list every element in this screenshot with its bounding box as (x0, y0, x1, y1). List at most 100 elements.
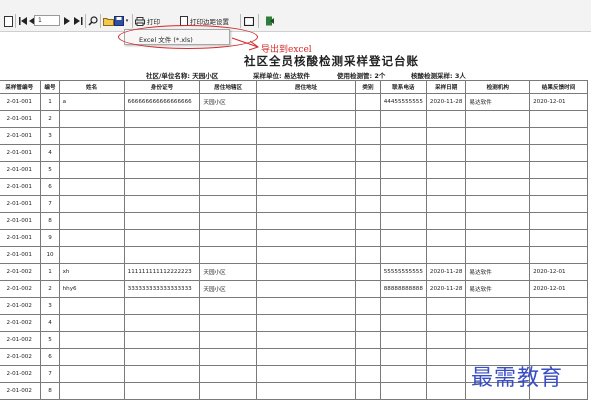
cell-seq-number: 5 (40, 331, 60, 349)
cell-seq-number: 2 (40, 110, 60, 128)
table-row: 2-01-001 1 a 666666666666666666 天园小区 44455555… (0, 93, 588, 111)
table-row: 2-01-002 4 (0, 314, 588, 332)
cell-address (255, 246, 357, 264)
cell-seq-number: 8 (40, 212, 60, 230)
toolbar-separator (240, 14, 241, 28)
cell-address (255, 314, 357, 332)
cell-district (199, 212, 257, 230)
cell-tube-number: 2-01-001 (0, 127, 42, 145)
cell-id-number (123, 246, 201, 264)
cell-result-time: 2020-12-01 (529, 93, 588, 111)
cell-district: 天园小区 (199, 93, 257, 111)
cell-phone: 88888888888 (379, 280, 427, 298)
last-page-icon[interactable] (72, 15, 84, 27)
cell-sample-date (425, 110, 467, 128)
exit-icon[interactable] (264, 15, 276, 27)
table-row: 2-01-001 7 (0, 195, 588, 213)
cell-id-number: 666666666666666666 (123, 93, 201, 111)
cell-sample-date (425, 314, 467, 332)
cell-name (58, 229, 125, 247)
cell-address (255, 195, 357, 213)
cell-address (255, 144, 357, 162)
cell-category (355, 178, 381, 196)
cell-sample-date (425, 144, 467, 162)
cell-district (199, 229, 257, 247)
cell-district (199, 161, 257, 179)
cell-name (58, 348, 125, 366)
table-row: 2-01-002 5 (0, 331, 588, 349)
cell-sample-date: 2020-11-28 (425, 280, 467, 298)
cell-seq-number: 3 (40, 297, 60, 315)
cell-lab: 易达软件 (465, 280, 531, 298)
cell-result-time (529, 314, 588, 332)
cell-id-number (123, 110, 201, 128)
toolbar-separator (100, 14, 101, 28)
table-row: 2-01-001 10 (0, 246, 588, 264)
cell-address (255, 280, 357, 298)
cell-district: 天园小区 (199, 263, 257, 281)
cell-id-number (123, 229, 201, 247)
page-number-input[interactable]: 1 (34, 15, 60, 26)
toolbar-separator (132, 14, 133, 28)
cell-category (355, 246, 381, 264)
cell-sample-date: 2020-11-28 (425, 93, 467, 111)
document-icon[interactable] (2, 15, 14, 27)
cell-result-time (529, 144, 588, 162)
cell-seq-number: 3 (40, 127, 60, 145)
column-header-result-time: 结果反馈时间 (529, 80, 588, 94)
cell-category (355, 263, 381, 281)
cell-address (255, 263, 357, 281)
cell-name (58, 365, 125, 383)
report-title: 社区全员核酸检测采样登记台账 (244, 54, 419, 68)
cell-category (355, 348, 381, 366)
cell-district (199, 246, 257, 264)
cell-category (355, 144, 381, 162)
cell-address (255, 365, 357, 383)
chevron-down-icon[interactable]: ▾ (124, 15, 130, 27)
cell-category (355, 297, 381, 315)
cell-sample-date (425, 161, 467, 179)
search-icon[interactable] (87, 15, 99, 27)
cell-result-time (529, 195, 588, 213)
cell-phone (379, 110, 427, 128)
cell-phone (379, 246, 427, 264)
printer-icon (135, 16, 145, 26)
cell-tube-number: 2-01-001 (0, 93, 42, 111)
sampling-register-table: 采样管编号 编号 姓名 身份证号 居住地辖区 居住地址 类别 联系电话 采样日期 检测机构 结果反馈… (0, 80, 588, 400)
cell-lab (465, 246, 531, 264)
cell-phone (379, 365, 427, 383)
cell-address (255, 229, 357, 247)
cell-category (355, 314, 381, 332)
cell-sample-date (425, 127, 467, 145)
cell-district (199, 110, 257, 128)
cell-lab (465, 195, 531, 213)
report-toolbar: 1 ▾ 打印 打印边距设置 (0, 0, 591, 32)
cell-district: 天园小区 (199, 280, 257, 298)
cell-seq-number: 10 (40, 246, 60, 264)
cell-result-time (529, 246, 588, 264)
cell-lab (465, 331, 531, 349)
cell-category (355, 280, 381, 298)
cell-lab (465, 127, 531, 145)
cell-name (58, 144, 125, 162)
cell-result-time: 2020-12-01 (529, 280, 588, 298)
cell-phone (379, 229, 427, 247)
cell-seq-number: 8 (40, 382, 60, 400)
cell-result-time (529, 127, 588, 145)
cell-address (255, 110, 357, 128)
cell-district (199, 365, 257, 383)
cell-name (58, 212, 125, 230)
annotation-circle (118, 25, 258, 49)
cell-lab (465, 229, 531, 247)
table-row: 2-01-001 6 (0, 178, 588, 196)
window-icon[interactable] (243, 15, 255, 27)
next-page-icon[interactable] (63, 15, 71, 27)
cell-address (255, 161, 357, 179)
cell-tube-number: 2-01-001 (0, 161, 42, 179)
cell-category (355, 110, 381, 128)
cell-result-time (529, 297, 588, 315)
cell-name (58, 314, 125, 332)
cell-seq-number: 1 (40, 93, 60, 111)
cell-name (58, 178, 125, 196)
cell-category (355, 195, 381, 213)
